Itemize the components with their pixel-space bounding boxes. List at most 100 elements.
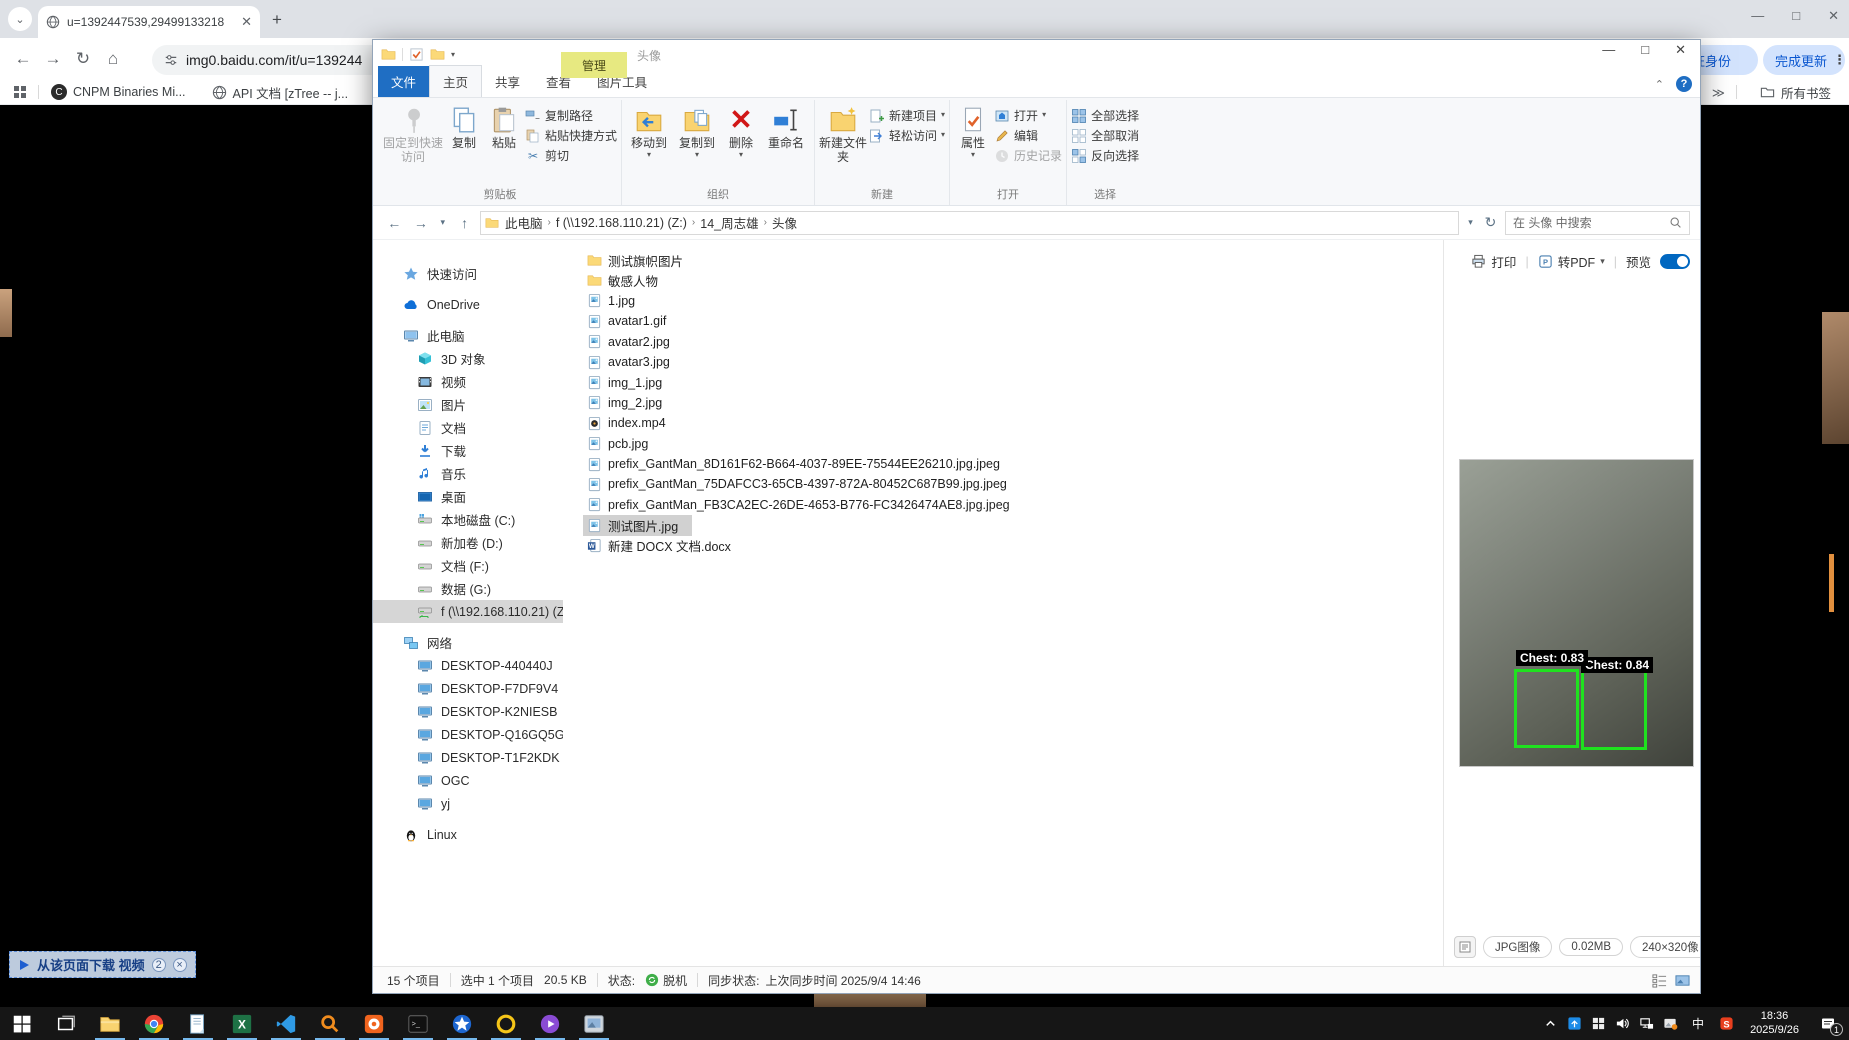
download-video-overlay[interactable]: 从该页面下载 视频 2 × (9, 951, 196, 978)
sidebar-item[interactable]: yj (373, 792, 563, 815)
folder-icon[interactable] (381, 47, 396, 62)
file-row[interactable]: avatar2.jpg (563, 332, 1443, 352)
breadcrumb[interactable]: 此电脑 › f (\\192.168.110.21) (Z:) › 14_周志雄 › 头像 (479, 210, 1459, 235)
finish-update-button[interactable]: 完成更新 ⋮ (1763, 45, 1846, 75)
file-row[interactable]: prefix_GantMan_FB3CA2EC-26DE-4653-B776-F… (563, 495, 1443, 515)
tab-close-icon[interactable]: ✕ (241, 14, 252, 30)
delete-button[interactable]: 删除 ▾ (722, 103, 760, 158)
collapse-ribbon-icon[interactable]: ⌃ (1655, 78, 1664, 91)
file-row[interactable]: index.mp4 (563, 413, 1443, 433)
file-row[interactable]: pcb.jpg (563, 434, 1443, 454)
select-all-button[interactable]: 全部选择 (1071, 107, 1139, 124)
windows-start-taskbar-button[interactable] (0, 1007, 44, 1040)
breadcrumb-segment[interactable]: 头像 (772, 213, 797, 232)
tab-file[interactable]: 文件 (378, 66, 430, 97)
explorer-minimize-icon[interactable]: — (1602, 42, 1615, 58)
nav-forward-icon[interactable]: → (410, 215, 433, 231)
sidebar-item[interactable]: DESKTOP-T1F2KDK (373, 746, 563, 769)
file-row[interactable]: prefix_GantMan_8D161F62-B664-4037-89EE-7… (563, 454, 1443, 474)
sidebar-item[interactable]: OGC (373, 769, 563, 792)
help-icon[interactable]: ? (1676, 76, 1692, 92)
recent-locations-icon[interactable]: ▾ (436, 217, 449, 228)
overlay-close-icon[interactable]: × (172, 957, 187, 972)
file-row[interactable]: img_1.jpg (563, 372, 1443, 392)
all-bookmarks-button[interactable]: 所有书签 (1760, 83, 1831, 102)
vscode-taskbar-button[interactable] (264, 1007, 308, 1040)
photos-gray-taskbar-button[interactable] (572, 1007, 616, 1040)
back-icon[interactable]: ← (8, 49, 38, 69)
print-button[interactable]: 打印 (1471, 252, 1516, 271)
breadcrumb-segment[interactable]: 此电脑 (505, 213, 543, 232)
potplayer-taskbar-button[interactable] (528, 1007, 572, 1040)
bookmark-item[interactable]: C CNPM Binaries Mi... (51, 84, 186, 100)
sidebar-item[interactable]: DESKTOP-Q16GQ5G (373, 723, 563, 746)
file-row[interactable]: 敏感人物 (563, 270, 1443, 290)
sidebar-item[interactable]: f (\\192.168.110.21) (Z:) (373, 600, 563, 623)
copy-to-button[interactable]: 复制到 ▾ (674, 103, 720, 158)
sidebar-item[interactable]: Linux (373, 823, 563, 846)
notification-center-button[interactable]: 1 (1811, 1007, 1845, 1040)
edit-button[interactable]: 编辑 (994, 127, 1062, 144)
open-button[interactable]: 打开 ▾ (994, 107, 1062, 124)
taskbar-clock[interactable]: 18:36 2025/9/26 (1742, 1010, 1807, 1038)
to-pdf-button[interactable]: P 转PDF ▾ (1538, 252, 1605, 271)
excel-taskbar-button[interactable]: X (220, 1007, 264, 1040)
sogou-icon[interactable]: S (1714, 1007, 1738, 1040)
file-row[interactable]: 测试旗帜图片 (563, 250, 1443, 270)
file-explorer-taskbar-button[interactable] (88, 1007, 132, 1040)
manage-contextual-tab[interactable]: 管理 (561, 52, 627, 78)
tab-home[interactable]: 主页 (429, 65, 483, 97)
details-view-icon[interactable] (1652, 973, 1667, 988)
explorer-maximize-icon[interactable]: □ (1641, 42, 1649, 58)
customize-qat-icon[interactable]: ▾ (451, 50, 455, 59)
browser-close-icon[interactable]: ✕ (1828, 8, 1839, 24)
new-folder-qat-icon[interactable] (430, 47, 445, 62)
sidebar-item[interactable]: DESKTOP-K2NIESB (373, 700, 563, 723)
network-pc-icon[interactable] (1634, 1007, 1658, 1040)
paste-shortcut-button[interactable]: 粘贴快捷方式 (525, 127, 617, 144)
sidebar-item[interactable]: 视频 (373, 370, 563, 393)
search-input[interactable]: 在 头像 中搜索 (1504, 210, 1690, 235)
ime-indicator[interactable]: 中 (1686, 1007, 1710, 1040)
properties-button[interactable]: 属性 ▾ (954, 103, 992, 158)
browser-maximize-icon[interactable]: □ (1792, 8, 1800, 24)
app-blue-star-taskbar-button[interactable] (440, 1007, 484, 1040)
rename-button[interactable]: 重命名 (762, 103, 810, 151)
properties-check-icon[interactable] (409, 47, 424, 62)
file-details-icon[interactable] (1454, 936, 1476, 958)
breadcrumb-segment[interactable]: 14_周志雄 (700, 213, 758, 232)
file-row[interactable]: img_2.jpg (563, 393, 1443, 413)
sidebar-item[interactable]: 文档 (F:) (373, 554, 563, 577)
win-panes-icon[interactable] (1586, 1007, 1610, 1040)
file-row[interactable]: 测试图片.jpg (563, 514, 1443, 536)
chrome-taskbar-button[interactable] (132, 1007, 176, 1040)
bookmark-item[interactable]: API 文档 [zTree -- j... (212, 83, 348, 102)
file-row[interactable]: W 新建 DOCX 文档.docx (563, 535, 1443, 555)
move-to-button[interactable]: 移动到 ▾ (626, 103, 672, 158)
site-settings-icon[interactable] (164, 53, 178, 67)
task-view-taskbar-button[interactable] (44, 1007, 88, 1040)
chevron-up-icon[interactable] (1538, 1007, 1562, 1040)
sidebar-item[interactable]: 音乐 (373, 462, 563, 485)
bookmarks-overflow-icon[interactable]: ≫ (1712, 85, 1725, 100)
terminal-taskbar-button[interactable]: >_ (396, 1007, 440, 1040)
new-folder-button[interactable]: 新建文件夹 (819, 103, 867, 165)
file-row[interactable]: avatar3.jpg (563, 352, 1443, 372)
copy-button[interactable]: 复制 (445, 103, 483, 151)
sidebar-item[interactable]: 文档 (373, 416, 563, 439)
sidebar-item[interactable]: 此电脑 (373, 324, 563, 347)
refresh-icon[interactable]: ↻ (1482, 214, 1499, 231)
volume-icon[interactable] (1610, 1007, 1634, 1040)
reload-icon[interactable]: ↻ (68, 49, 98, 69)
notepad-taskbar-button[interactable] (176, 1007, 220, 1040)
cut-button[interactable]: ✂ 剪切 (525, 147, 617, 164)
invert-selection-button[interactable]: 反向选择 (1071, 147, 1139, 164)
sidebar-item[interactable]: 桌面 (373, 485, 563, 508)
breadcrumb-segment[interactable]: f (\\192.168.110.21) (Z:) (556, 216, 687, 230)
apps-grid-icon[interactable] (12, 84, 28, 100)
photos-badge-icon[interactable] (1658, 1007, 1682, 1040)
new-tab-button[interactable]: + (272, 10, 282, 30)
sidebar-item[interactable]: 本地磁盘 (C:) (373, 508, 563, 531)
forward-icon[interactable]: → (38, 49, 68, 69)
kebab-menu-icon[interactable]: ⋮ (1833, 52, 1846, 68)
